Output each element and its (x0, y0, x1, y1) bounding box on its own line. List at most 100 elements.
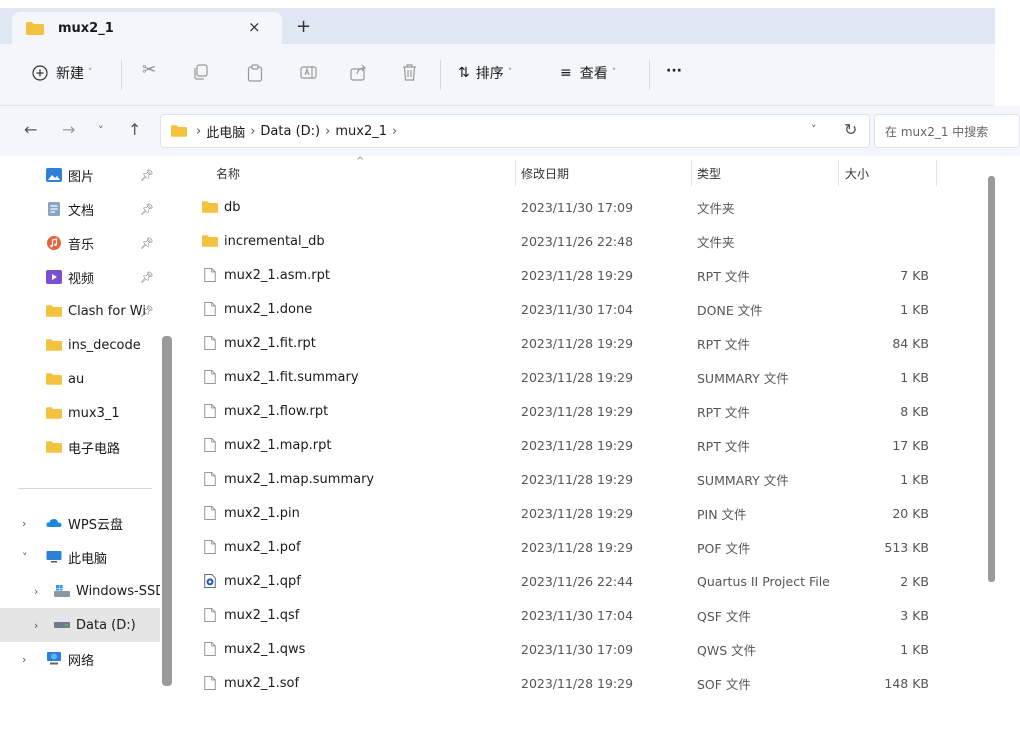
nav-scrollbar[interactable] (162, 336, 172, 686)
file-row[interactable]: db 2023/11/30 17:09 文件夹 (178, 190, 995, 224)
column-header-size[interactable]: 大小 (845, 156, 869, 190)
nav-item-circuits[interactable]: 电子电路 (0, 430, 160, 464)
file-name-cell[interactable]: mux2_1.sof (202, 666, 299, 700)
file-row[interactable]: mux2_1.pin 2023/11/28 19:29 PIN 文件 20 KB (178, 496, 995, 530)
close-tab-icon[interactable]: × (248, 18, 261, 36)
file-row[interactable]: mux2_1.map.rpt 2023/11/28 19:29 RPT 文件 17 K… (178, 428, 995, 462)
cut-icon[interactable]: ✂ (142, 60, 156, 80)
address-history-chevron-icon[interactable]: ˅ (811, 123, 817, 136)
tab-title: mux2_1 (58, 20, 114, 36)
file-date: 2023/11/26 22:48 (521, 233, 634, 249)
file-name-cell[interactable]: mux2_1.map.rpt (202, 428, 331, 462)
nav-item-network[interactable]: › 网络 (0, 642, 160, 676)
column-divider[interactable] (936, 160, 937, 186)
file-name-cell[interactable]: mux2_1.pin (202, 496, 300, 530)
file-date: 2023/11/28 19:29 (521, 505, 634, 521)
file-list-scrollbar[interactable] (988, 176, 995, 582)
file-row[interactable]: mux2_1.fit.summary 2023/11/28 19:29 SUMMAR… (178, 360, 995, 394)
file-row[interactable]: mux2_1.fit.rpt 2023/11/28 19:29 RPT 文件 84 K… (178, 326, 995, 360)
breadcrumb-this-pc[interactable]: 此电脑 (206, 122, 245, 141)
file-row[interactable]: incremental_db 2023/11/26 22:48 文件夹 (178, 224, 995, 258)
refresh-icon[interactable]: ↻ (844, 120, 857, 139)
nav-item-this-pc[interactable]: ˅ 此电脑 (0, 540, 160, 574)
nav-item-documents[interactable]: 文档 📌︎ (0, 192, 160, 226)
more-options-button[interactable]: ··· (666, 63, 682, 79)
window-top-edge (0, 0, 1020, 8)
sort-button[interactable]: ⇅ 排序 ˅ (458, 63, 512, 83)
column-header-name[interactable]: 名称 (216, 156, 240, 190)
file-name-cell[interactable]: mux2_1.fit.summary (202, 360, 359, 394)
file-name-cell[interactable]: mux2_1.pof (202, 530, 301, 564)
nav-item-wps-cloud[interactable]: › WPS云盘 (0, 506, 160, 540)
pin-icon[interactable]: 📌︎ (140, 203, 154, 216)
pin-icon[interactable]: 📌︎ (140, 271, 154, 284)
file-type: DONE 文件 (697, 302, 763, 318)
address-bar[interactable]: › 此电脑 › Data (D:) › mux2_1 › ˅ (160, 114, 870, 148)
tab-mux2-1[interactable]: mux2_1 × (12, 12, 282, 44)
chevron-right-icon[interactable]: › (34, 585, 38, 598)
breadcrumb-data-drive[interactable]: Data (D:) (260, 124, 320, 139)
file-row[interactable]: mux2_1.sof 2023/11/28 19:29 SOF 文件 148 KB (178, 666, 995, 700)
column-header-type[interactable]: 类型 (697, 156, 721, 190)
paste-icon[interactable] (247, 64, 263, 82)
back-arrow-icon[interactable]: ← (24, 120, 37, 139)
pictures-icon (46, 168, 62, 182)
nav-item-ins-decode[interactable]: ins_decode (0, 328, 160, 362)
forward-arrow-icon[interactable]: → (62, 120, 75, 139)
file-name-cell[interactable]: mux2_1.map.summary (202, 462, 374, 496)
new-tab-button[interactable]: + (296, 16, 311, 37)
chevron-right-icon[interactable]: › (22, 517, 26, 530)
file-row[interactable]: mux2_1.flow.rpt 2023/11/28 19:29 RPT 文件 8 K… (178, 394, 995, 428)
file-row[interactable]: mux2_1.qpf 2023/11/26 22:44 Quartus II Pro… (178, 564, 995, 598)
file-name-cell[interactable]: mux2_1.qsf (202, 598, 299, 632)
delete-icon[interactable] (402, 64, 417, 81)
file-row[interactable]: mux2_1.qws 2023/11/30 17:09 QWS 文件 1 KB (178, 632, 995, 666)
file-row[interactable]: mux2_1.map.summary 2023/11/28 19:29 SUMMAR… (178, 462, 995, 496)
file-icon (202, 540, 224, 554)
column-divider[interactable] (838, 160, 839, 186)
nav-item-au[interactable]: au (0, 362, 160, 396)
file-row[interactable]: mux2_1.qsf 2023/11/30 17:04 QSF 文件 3 KB (178, 598, 995, 632)
nav-item-clash[interactable]: Clash for Wi 📌︎ (0, 294, 160, 328)
folder-icon (26, 21, 44, 35)
nav-item-windows-ssd[interactable]: › Windows-SSD (0, 574, 160, 608)
nav-item-pictures[interactable]: 图片 📌︎ (0, 158, 160, 192)
file-name-cell[interactable]: incremental_db (202, 224, 325, 258)
file-name-cell[interactable]: mux2_1.done (202, 292, 312, 326)
view-label: 查看 (579, 66, 608, 82)
share-icon[interactable] (350, 64, 367, 81)
nav-item-videos[interactable]: 视频 📌︎ (0, 260, 160, 294)
file-name-cell[interactable]: db (202, 190, 241, 224)
nav-item-music[interactable]: 音乐 📌︎ (0, 226, 160, 260)
pin-icon[interactable]: 📌︎ (140, 305, 154, 318)
column-divider[interactable] (515, 160, 516, 186)
pin-icon[interactable]: 📌︎ (140, 169, 154, 182)
file-name-cell[interactable]: mux2_1.asm.rpt (202, 258, 330, 292)
copy-icon[interactable] (193, 64, 209, 80)
recent-locations-chevron-icon[interactable]: ˅ (98, 124, 104, 137)
column-divider[interactable] (691, 160, 692, 186)
file-name: mux2_1.done (224, 301, 313, 317)
breadcrumb-mux2-1[interactable]: mux2_1 (335, 124, 387, 139)
file-row[interactable]: mux2_1.done 2023/11/30 17:04 DONE 文件 1 KB (178, 292, 995, 326)
file-name-cell[interactable]: mux2_1.qpf (202, 564, 301, 598)
file-date: 2023/11/28 19:29 (521, 335, 634, 351)
file-size: 20 KB (892, 505, 929, 521)
column-header-date[interactable]: 修改日期 (521, 156, 569, 190)
file-name-cell[interactable]: mux2_1.flow.rpt (202, 394, 328, 428)
new-button[interactable]: 新建 ˅ (32, 63, 93, 83)
file-name-cell[interactable]: mux2_1.qws (202, 632, 305, 666)
up-arrow-icon[interactable]: ↑ (128, 120, 141, 139)
rename-icon[interactable] (300, 64, 317, 81)
file-row[interactable]: mux2_1.asm.rpt 2023/11/28 19:29 RPT 文件 7 KB (178, 258, 995, 292)
nav-item-mux3-1[interactable]: mux3_1 (0, 396, 160, 430)
pin-icon[interactable]: 📌︎ (140, 237, 154, 250)
chevron-right-icon[interactable]: › (34, 619, 38, 632)
chevron-right-icon[interactable]: › (22, 653, 26, 666)
file-row[interactable]: mux2_1.pof 2023/11/28 19:29 POF 文件 513 KB (178, 530, 995, 564)
nav-item-data-drive[interactable]: › Data (D:) (0, 608, 160, 642)
chevron-down-icon[interactable]: ˅ (22, 551, 28, 564)
search-input[interactable]: 在 mux2_1 中搜索 (874, 114, 1020, 148)
file-name-cell[interactable]: mux2_1.fit.rpt (202, 326, 316, 360)
view-button[interactable]: ≡ 查看 ˅ (560, 63, 616, 83)
